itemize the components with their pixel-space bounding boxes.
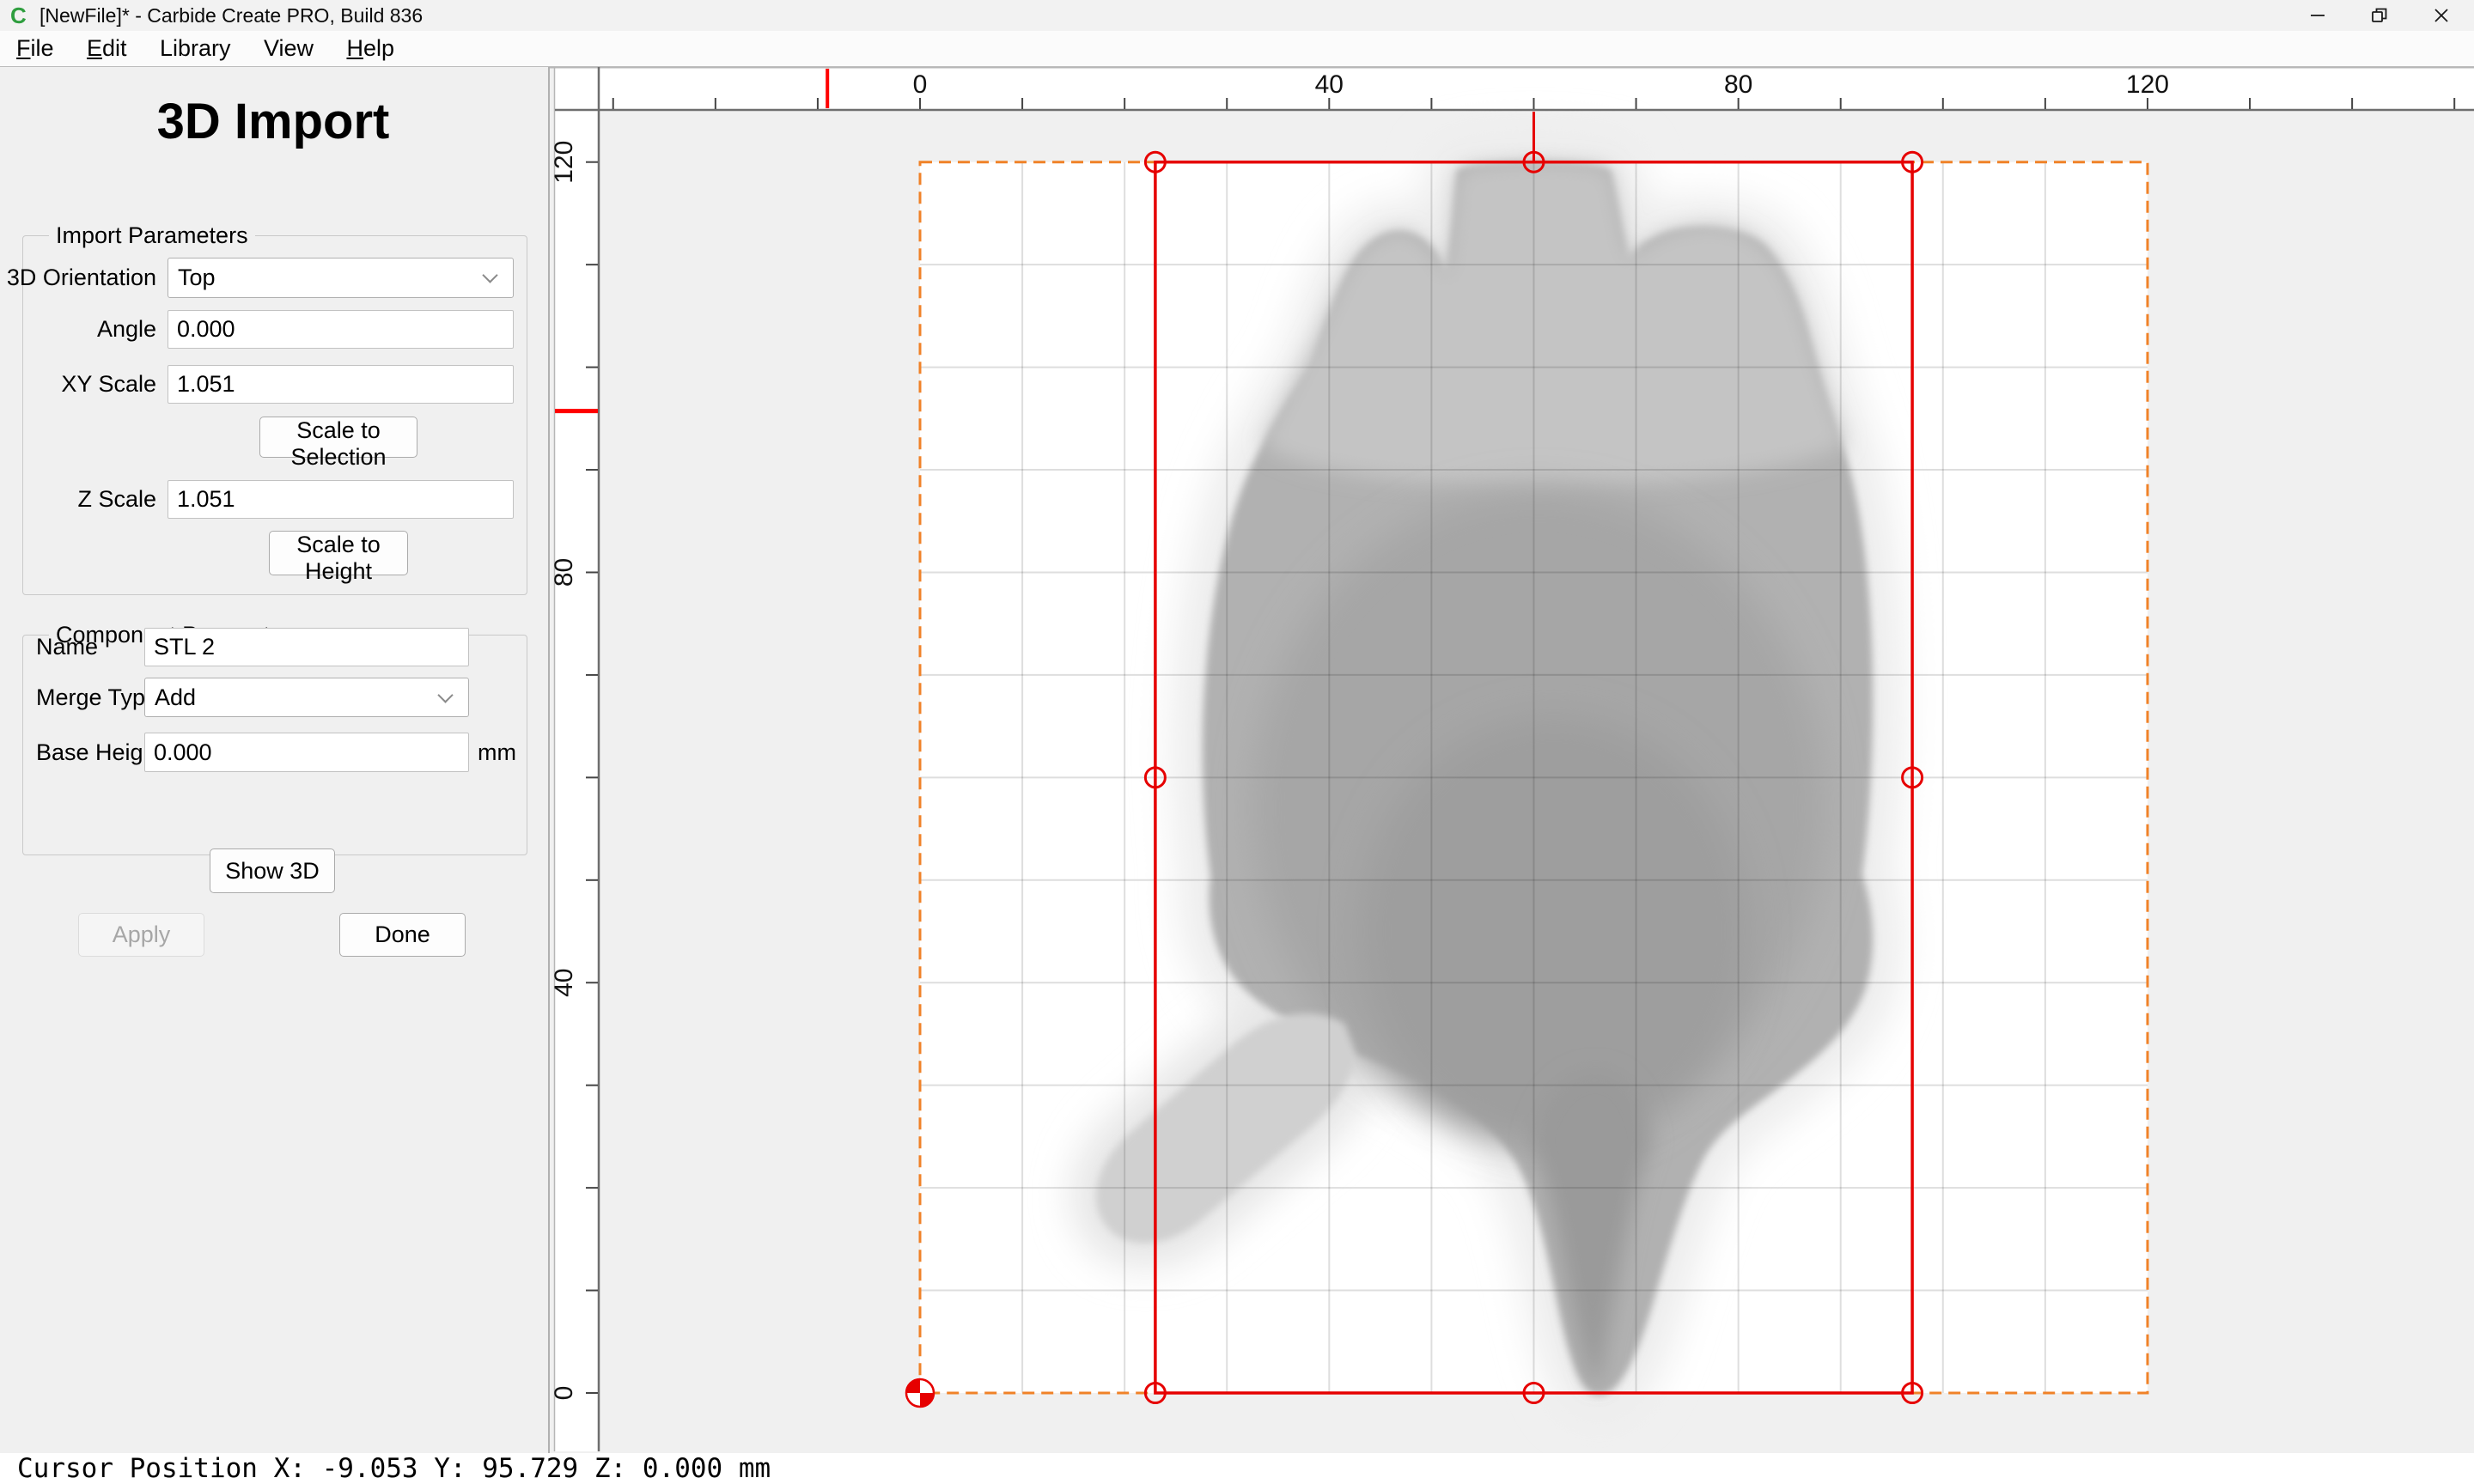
merge-type-select[interactable]: Add: [144, 678, 469, 717]
ruler-label-y: 120: [550, 141, 578, 184]
base-height-field[interactable]: [144, 733, 469, 772]
orientation-label: 3D Orientation: [0, 258, 156, 298]
close-button[interactable]: [2410, 0, 2472, 31]
cursor-marker-x: [826, 69, 829, 108]
3d-import-panel: 3D Import Import Parameters 3D Orientati…: [0, 67, 550, 1453]
minimize-icon: [2307, 5, 2328, 26]
ruler-label-x: 0: [913, 70, 928, 99]
restore-icon: [2369, 5, 2390, 26]
menu-edit[interactable]: Edit: [74, 31, 140, 66]
status-bar: Cursor Position X: -9.053 Y: 95.729 Z: 0…: [0, 1453, 2474, 1484]
design-canvas[interactable]: 0 40 80 120 0 40 80 120: [550, 67, 2474, 1453]
title-bar: C [NewFile]* - Carbide Create PRO, Build…: [0, 0, 2474, 31]
ruler-label-y: 40: [550, 969, 578, 997]
merge-type-value: Add: [145, 684, 440, 711]
show-3d-button[interactable]: Show 3D: [210, 848, 335, 893]
chevron-down-icon: [482, 267, 497, 283]
ruler-label-y: 80: [550, 558, 578, 587]
app-logo-icon: C: [10, 3, 27, 27]
angle-field[interactable]: [168, 310, 514, 349]
xy-scale-label: XY Scale: [0, 365, 156, 404]
menu-file[interactable]: File: [3, 31, 67, 66]
ruler-label-x: 120: [2126, 70, 2169, 99]
apply-button[interactable]: Apply: [78, 913, 204, 957]
page-title: 3D Import: [0, 93, 546, 150]
ruler-label-y: 0: [550, 1386, 578, 1401]
orientation-select[interactable]: Top: [168, 258, 514, 298]
minimize-button[interactable]: [2287, 0, 2349, 31]
menu-view[interactable]: View: [251, 31, 326, 66]
ruler-label-x: 80: [1724, 70, 1752, 99]
base-height-unit: mm: [478, 733, 516, 772]
angle-label: Angle: [0, 310, 156, 349]
ruler-label-x: 40: [1315, 70, 1344, 99]
origin-marker: [906, 1379, 934, 1407]
name-field[interactable]: [144, 628, 469, 666]
z-scale-field[interactable]: [168, 480, 514, 519]
restore-button[interactable]: [2349, 0, 2410, 31]
name-label: Name: [36, 628, 98, 666]
cursor-marker-y: [555, 409, 598, 413]
scale-to-selection-button[interactable]: Scale to Selection: [259, 417, 417, 458]
menu-bar: File Edit Library View Help: [0, 31, 2474, 67]
app-window: C [NewFile]* - Carbide Create PRO, Build…: [0, 0, 2474, 1484]
done-button[interactable]: Done: [339, 913, 466, 957]
scale-to-height-button[interactable]: Scale to Height: [269, 531, 408, 575]
close-icon: [2431, 5, 2452, 26]
z-scale-label: Z Scale: [0, 480, 156, 519]
cursor-position-readout: Cursor Position X: -9.053 Y: 95.729 Z: 0…: [17, 1453, 771, 1484]
orientation-value: Top: [168, 265, 484, 291]
import-parameters-legend: Import Parameters: [49, 222, 255, 249]
window-title: [NewFile]* - Carbide Create PRO, Build 8…: [40, 0, 423, 31]
merge-type-label: Merge Type: [36, 678, 158, 717]
xy-scale-field[interactable]: [168, 365, 514, 404]
chevron-down-icon: [437, 687, 453, 702]
menu-help[interactable]: Help: [333, 31, 407, 66]
menu-library[interactable]: Library: [147, 31, 244, 66]
